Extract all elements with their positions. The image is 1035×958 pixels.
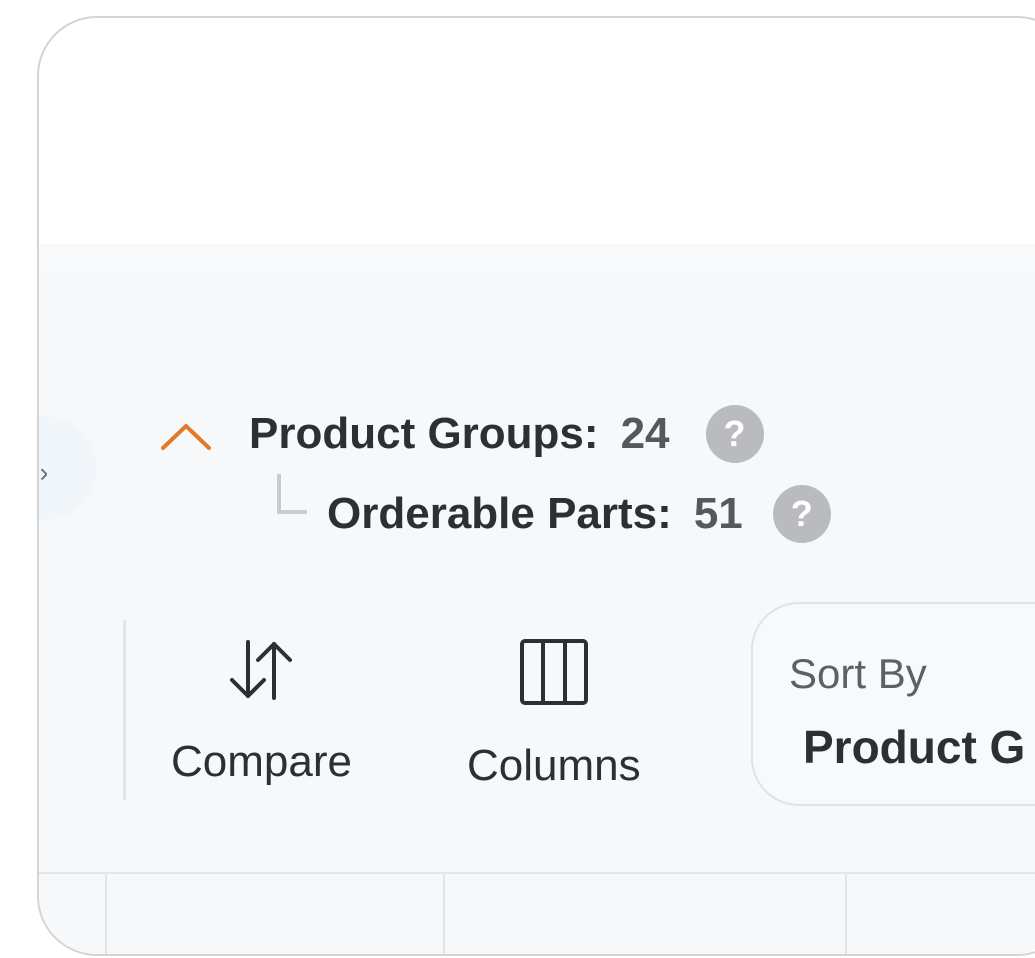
header-band (39, 244, 1035, 280)
tree-connector (277, 474, 307, 514)
sort-by-value: Product G (803, 721, 1026, 773)
sort-by-dropdown[interactable]: Sort By Product G (751, 602, 1035, 806)
orderable-parts-label: Orderable Parts: (327, 489, 672, 538)
swap-arrows-icon (224, 638, 298, 707)
columns-button[interactable]: Columns (467, 638, 641, 790)
close-icon[interactable]: × (39, 464, 47, 484)
table-column-divider (443, 874, 445, 954)
table-column-divider (845, 874, 847, 954)
compare-button[interactable]: Compare (171, 638, 352, 788)
table-header-border (39, 872, 1035, 874)
toolbar-divider (123, 620, 126, 800)
results-panel: × Product Groups: 24 ? Orderable Parts: … (39, 278, 1035, 954)
orderable-parts-summary: Orderable Parts: 51 ? (327, 484, 831, 544)
product-groups-label: Product Groups: (249, 409, 599, 458)
sort-by-caption: Sort By (789, 650, 927, 697)
help-circle-icon[interactable]: ? (772, 485, 831, 543)
compare-label: Compare (171, 737, 352, 786)
window-frame: × Product Groups: 24 ? Orderable Parts: … (37, 16, 1035, 956)
columns-icon (518, 638, 590, 711)
product-groups-count: 24 (620, 409, 670, 458)
product-groups-summary: Product Groups: 24 ? (249, 404, 764, 464)
columns-label: Columns (467, 741, 641, 790)
orderable-parts-count: 51 (693, 489, 743, 538)
chevron-up-icon[interactable] (159, 418, 213, 452)
help-circle-icon[interactable]: ? (705, 405, 764, 463)
table-column-divider (105, 874, 107, 954)
